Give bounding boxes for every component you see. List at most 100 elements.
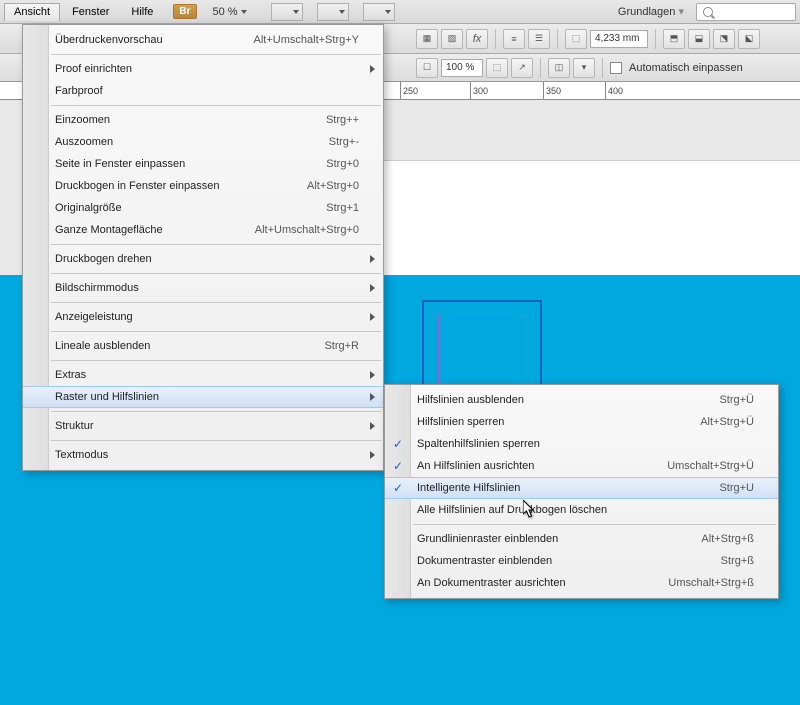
tb-align-1[interactable]: ≡ [503, 29, 525, 49]
submenu-arrow-icon [370, 371, 375, 379]
menu-item[interactable]: Alle Hilfslinien auf Druckbogen löschen [385, 499, 778, 521]
tb-crop-icon[interactable]: ⬚ [565, 29, 587, 49]
view-mode-2[interactable] [317, 3, 349, 21]
tb2-icon-3[interactable]: ↗ [511, 58, 533, 78]
measure-field[interactable]: 4,233 mm [590, 30, 648, 48]
menu-shortcut: Alt+Strg+Ü [700, 416, 754, 428]
menu-item[interactable]: Druckbogen in Fenster einpassenAlt+Strg+… [23, 175, 383, 197]
tb2-icon-2[interactable]: ⬚ [486, 58, 508, 78]
menu-item[interactable]: Extras [23, 364, 383, 386]
menu-item-label: Druckbogen drehen [55, 253, 359, 265]
menu-item[interactable]: An Dokumentraster ausrichtenUmschalt+Str… [385, 572, 778, 594]
zoom-level[interactable]: 50 % [207, 4, 253, 20]
check-icon: ✓ [393, 481, 403, 495]
menu-item[interactable]: Originalgröße Strg+1 [23, 197, 383, 219]
menu-separator [413, 524, 776, 525]
tb-icon-3[interactable]: fx [466, 29, 488, 49]
menu-shortcut: Alt+Umschalt+Strg+0 [255, 224, 359, 236]
menu-hilfe[interactable]: Hilfe [121, 3, 163, 21]
menu-item[interactable]: Anzeigeleistung [23, 306, 383, 328]
menu-shortcut: Strg+1 [326, 202, 359, 214]
menu-item-label: Auszoomen [55, 136, 309, 148]
menu-separator [51, 105, 381, 106]
menu-shortcut: Strg+ß [721, 555, 754, 567]
menu-shortcut: Umschalt+Strg+Ü [667, 460, 754, 472]
tb-fit-1[interactable]: ⬒ [663, 29, 685, 49]
menu-shortcut: Strg+0 [326, 158, 359, 170]
tb2-icon-4[interactable]: ◫ [548, 58, 570, 78]
menu-item[interactable]: Überdruckenvorschau Alt+Umschalt+Strg+Y [23, 29, 383, 51]
menu-item[interactable]: Farbproof [23, 80, 383, 102]
menu-item-label: Seite in Fenster einpassen [55, 158, 306, 170]
bridge-badge[interactable]: Br [173, 4, 196, 19]
menu-item[interactable]: Raster und Hilfslinien [23, 386, 383, 408]
menu-item[interactable]: Textmodus [23, 444, 383, 466]
search-input[interactable] [696, 3, 796, 21]
workspace-selector[interactable]: Grundlagen ▾ [608, 3, 694, 20]
menu-item-label: Überdruckenvorschau [55, 34, 234, 46]
tb2-icon-5[interactable]: ▾ [573, 58, 595, 78]
submenu-arrow-icon [370, 422, 375, 430]
menu-shortcut: Strg+Ü [719, 394, 754, 406]
menu-item[interactable]: AuszoomenStrg+- [23, 131, 383, 153]
menu-item-label: Hilfslinien ausblenden [417, 394, 699, 406]
menu-fenster[interactable]: Fenster [62, 3, 119, 21]
menu-item[interactable]: Bildschirmmodus [23, 277, 383, 299]
menu-separator [51, 411, 381, 412]
menu-shortcut: Alt+Umschalt+Strg+Y [254, 34, 359, 46]
tb-fit-3[interactable]: ⬔ [713, 29, 735, 49]
menu-shortcut: Alt+Strg+0 [307, 180, 359, 192]
menu-item[interactable]: ✓An Hilfslinien ausrichtenUmschalt+Strg+… [385, 455, 778, 477]
menu-separator [51, 244, 381, 245]
submenu-arrow-icon [370, 65, 375, 73]
menu-item-label: Hilfslinien sperren [417, 416, 680, 428]
menu-shortcut: Alt+Strg+ß [701, 533, 754, 545]
menu-item-label: An Hilfslinien ausrichten [417, 460, 647, 472]
tb-icon-1[interactable]: ▦ [416, 29, 438, 49]
menu-item-label: Spaltenhilfslinien sperren [417, 438, 754, 450]
raster-submenu: Hilfslinien ausblendenStrg+ÜHilfslinien … [384, 384, 779, 599]
menu-item[interactable]: ✓Intelligente HilfslinienStrg+U [385, 477, 778, 499]
menu-item[interactable]: Seite in Fenster einpassen Strg+0 [23, 153, 383, 175]
menu-item[interactable]: Struktur [23, 415, 383, 437]
tb-icon-2[interactable]: ▨ [441, 29, 463, 49]
menu-item-label: Bildschirmmodus [55, 282, 359, 294]
view-mode-3[interactable] [363, 3, 395, 21]
autofit-checkbox[interactable] [610, 62, 622, 74]
tb-fit-2[interactable]: ⬓ [688, 29, 710, 49]
menu-item[interactable]: EinzoomenStrg++ [23, 109, 383, 131]
menu-item[interactable]: Hilfslinien sperren Alt+Strg+Ü [385, 411, 778, 433]
menu-item-label: Dokumentraster einblenden [417, 555, 701, 567]
menu-item-label: Extras [55, 369, 359, 381]
tb2-icon-1[interactable]: ☐ [416, 58, 438, 78]
menu-item[interactable]: Dokumentraster einblenden Strg+ß [385, 550, 778, 572]
menu-item-label: Alle Hilfslinien auf Druckbogen löschen [417, 504, 754, 516]
menu-shortcut: Strg+R [324, 340, 359, 352]
menubar: Ansicht Fenster Hilfe Br 50 % Grundlagen… [0, 0, 800, 24]
menu-separator [51, 54, 381, 55]
menu-item[interactable]: Lineale ausblenden Strg+R [23, 335, 383, 357]
menu-item[interactable]: ✓Spaltenhilfslinien sperren [385, 433, 778, 455]
menu-item[interactable]: Druckbogen drehen [23, 248, 383, 270]
view-mode-1[interactable] [271, 3, 303, 21]
menu-item[interactable]: Ganze Montagefläche Alt+Umschalt+Strg+0 [23, 219, 383, 241]
tb-align-2[interactable]: ☰ [528, 29, 550, 49]
menu-item-label: Raster und Hilfslinien [55, 391, 359, 403]
menu-item[interactable]: Proof einrichten [23, 58, 383, 80]
menu-item-label: Originalgröße [55, 202, 306, 214]
submenu-arrow-icon [370, 451, 375, 459]
submenu-arrow-icon [370, 255, 375, 263]
menu-ansicht[interactable]: Ansicht [4, 3, 60, 21]
menu-item[interactable]: Grundlinienraster einblendenAlt+Strg+ß [385, 528, 778, 550]
ruler-tick: 400 [605, 82, 623, 100]
menu-separator [51, 360, 381, 361]
menu-item-label: Lineale ausblenden [55, 340, 304, 352]
menu-item-label: Ganze Montagefläche [55, 224, 235, 236]
menu-item-label: Textmodus [55, 449, 359, 461]
ruler-tick: 300 [470, 82, 488, 100]
view-menu-dropdown: Überdruckenvorschau Alt+Umschalt+Strg+Y Pr… [22, 24, 384, 471]
percent-field[interactable]: 100 % [441, 59, 483, 77]
tb-fit-4[interactable]: ⬕ [738, 29, 760, 49]
menu-item-label: Intelligente Hilfslinien [417, 482, 699, 494]
menu-item[interactable]: Hilfslinien ausblenden Strg+Ü [385, 389, 778, 411]
